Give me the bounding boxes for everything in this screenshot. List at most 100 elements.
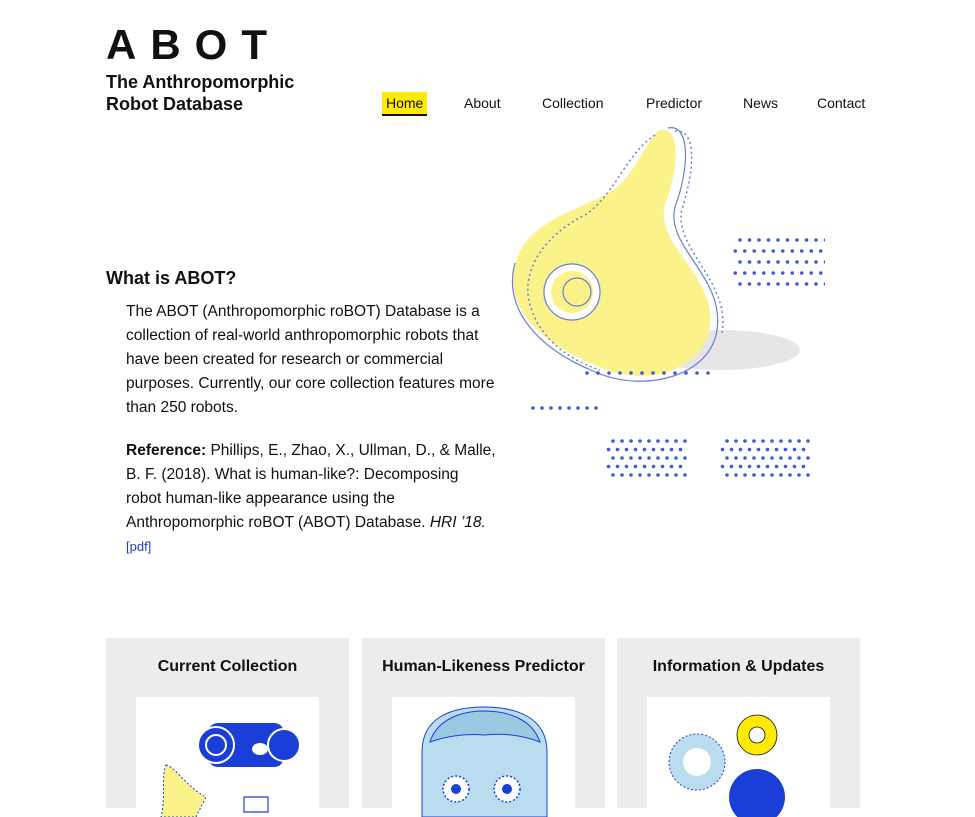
- decorative-dot: [640, 371, 644, 375]
- nav-collection[interactable]: Collection: [538, 92, 607, 114]
- card-title: Human-Likeness Predictor: [382, 658, 585, 675]
- nav-home[interactable]: Home: [382, 92, 428, 116]
- decorative-dot: [729, 464, 734, 469]
- decorative-dot: [606, 464, 611, 469]
- decorative-dot: [804, 260, 809, 264]
- decorative-dot: [642, 464, 647, 469]
- decorative-dot: [558, 406, 562, 410]
- decorative-dot: [638, 439, 642, 443]
- decorative-dot: [647, 439, 651, 443]
- decorative-dot: [706, 371, 710, 375]
- nav-news[interactable]: News: [739, 92, 782, 114]
- decorative-dot: [765, 447, 770, 452]
- decorative-dot: [620, 473, 624, 477]
- decorative-dot: [647, 473, 651, 477]
- decorative-dot: [738, 260, 742, 264]
- decorative-dot: [780, 271, 785, 275]
- hero-illustration: [511, 127, 825, 477]
- decorative-dot: [594, 406, 598, 410]
- site-tagline: The Anthropomorphic Robot Database: [106, 72, 295, 114]
- decorative-dot: [752, 271, 757, 275]
- decorative-dot: [567, 406, 571, 410]
- decorative-dot: [725, 439, 729, 443]
- decorative-dot: [752, 456, 756, 460]
- decorative-dot: [665, 439, 669, 443]
- decorative-dot: [818, 249, 823, 253]
- decorative-dot: [665, 456, 669, 460]
- decorative-dot: [615, 464, 620, 469]
- decorative-dot: [742, 249, 747, 253]
- decorative-dot: [729, 447, 734, 452]
- decorative-dot: [788, 473, 792, 477]
- decorative-dot: [757, 260, 761, 264]
- nav-contact[interactable]: Contact: [813, 92, 869, 114]
- decorative-dot: [734, 473, 738, 477]
- decorative-dot: [779, 456, 783, 460]
- decorative-dot: [660, 464, 665, 469]
- decorative-dot: [607, 371, 611, 375]
- decorative-dot: [638, 473, 642, 477]
- decorative-dot: [756, 464, 761, 469]
- gear-blue-icon: [729, 769, 785, 817]
- card-information-updates[interactable]: Information & Updates: [617, 638, 860, 817]
- gear-icon: [668, 733, 726, 791]
- decorative-dot: [585, 371, 589, 375]
- decorative-dot: [792, 464, 797, 469]
- face-icon: [421, 706, 548, 817]
- decorative-dot: [788, 456, 792, 460]
- decorative-dot: [780, 249, 785, 253]
- decorative-dot: [531, 406, 535, 410]
- decorative-dot: [725, 456, 729, 460]
- card-image: [392, 697, 575, 817]
- decorative-dot: [757, 238, 761, 242]
- decorative-dot: [776, 260, 780, 264]
- decorative-dot: [756, 447, 761, 452]
- decorative-dot: [656, 439, 660, 443]
- decorative-dot: [683, 473, 687, 477]
- decorative-dot: [804, 282, 809, 286]
- decorative-dot: [823, 282, 825, 286]
- nav-predictor[interactable]: Predictor: [642, 92, 706, 114]
- decorative-dot: [596, 371, 600, 375]
- decorative-dot: [766, 238, 771, 242]
- decorative-dot: [761, 249, 766, 253]
- decorative-dot: [683, 439, 687, 443]
- decorative-dot: [720, 447, 725, 452]
- decorative-dot: [674, 473, 678, 477]
- decorative-dot: [797, 439, 801, 443]
- decorative-dot: [747, 447, 752, 452]
- eye-pupil: [562, 277, 592, 307]
- decorative-dot: [651, 371, 655, 375]
- decorative-dot: [642, 447, 647, 452]
- decorative-dot: [752, 473, 756, 477]
- decorative-dot: [770, 439, 774, 443]
- decorative-dot: [788, 439, 792, 443]
- decorative-dot: [656, 456, 660, 460]
- decorative-dot: [743, 473, 747, 477]
- small-robot-icon: [243, 796, 269, 813]
- reference-venue: HRI ’18.: [429, 514, 486, 531]
- decorative-dot: [651, 464, 656, 469]
- decorative-dot: [806, 473, 810, 477]
- decorative-dot: [804, 238, 809, 242]
- decorative-dot: [766, 282, 771, 286]
- site-logo[interactable]: ABOT: [106, 22, 281, 68]
- decorative-dot: [776, 238, 780, 242]
- decorative-dot: [823, 260, 825, 264]
- decorative-dot: [611, 439, 615, 443]
- nav-about[interactable]: About: [460, 92, 505, 114]
- card-human-likeness-predictor[interactable]: Human-Likeness Predictor: [362, 638, 605, 817]
- decorative-dot: [638, 456, 642, 460]
- decorative-dot: [620, 439, 624, 443]
- decorative-dot: [799, 271, 804, 275]
- decorative-dot: [683, 456, 687, 460]
- decorative-dot: [799, 249, 804, 253]
- reference-label: Reference:: [126, 442, 207, 459]
- decorative-dot: [678, 464, 683, 469]
- decorative-dot: [549, 406, 553, 410]
- decorative-dot: [585, 406, 589, 410]
- pdf-link[interactable]: [pdf]: [126, 539, 151, 554]
- card-current-collection[interactable]: Current Collection: [106, 638, 349, 817]
- decorative-dot: [656, 473, 660, 477]
- decorative-dot: [783, 464, 788, 469]
